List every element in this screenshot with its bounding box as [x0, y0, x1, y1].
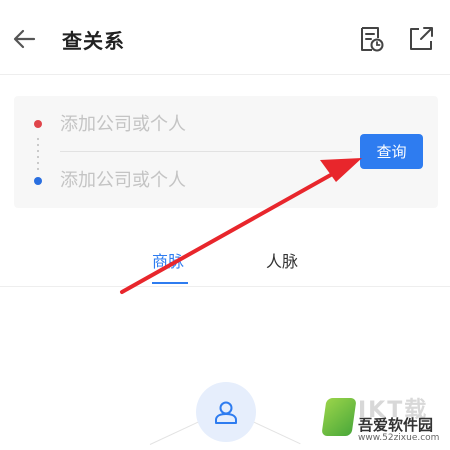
tab-business-network[interactable]: 商脉 [152, 248, 184, 272]
share-button[interactable] [406, 24, 436, 54]
page-title: 查关系 [62, 29, 125, 53]
end-point-dot [34, 177, 42, 185]
relation-tabs: 商脉 人脉 [0, 230, 450, 287]
query-button[interactable]: 查询 [360, 134, 423, 169]
relation-search-card: 查询 [14, 96, 438, 208]
graph-edge-left [149, 418, 205, 445]
watermark-url: www.52zixue.com [358, 433, 440, 443]
app-header: 查关系 [0, 0, 450, 75]
history-list-icon [361, 27, 384, 52]
to-entity-input[interactable] [60, 162, 350, 198]
person-icon [215, 401, 237, 424]
start-point-dot [34, 120, 42, 128]
tab-personal-network[interactable]: 人脉 [266, 248, 298, 272]
graph-center-node[interactable] [196, 382, 256, 442]
active-tab-indicator [152, 282, 188, 284]
history-button[interactable] [356, 24, 386, 54]
arrow-left-icon [13, 29, 36, 49]
back-button[interactable] [10, 24, 40, 54]
share-external-icon [410, 27, 433, 50]
watermark-name: 吾爱软件园 [358, 416, 434, 434]
connector-dots [37, 136, 39, 170]
from-entity-input[interactable] [60, 106, 350, 142]
input-divider [60, 151, 352, 152]
watermark-logo [321, 398, 357, 436]
site-watermark: IKT载 吾爱软件园 www.52zixue.com [318, 392, 448, 448]
